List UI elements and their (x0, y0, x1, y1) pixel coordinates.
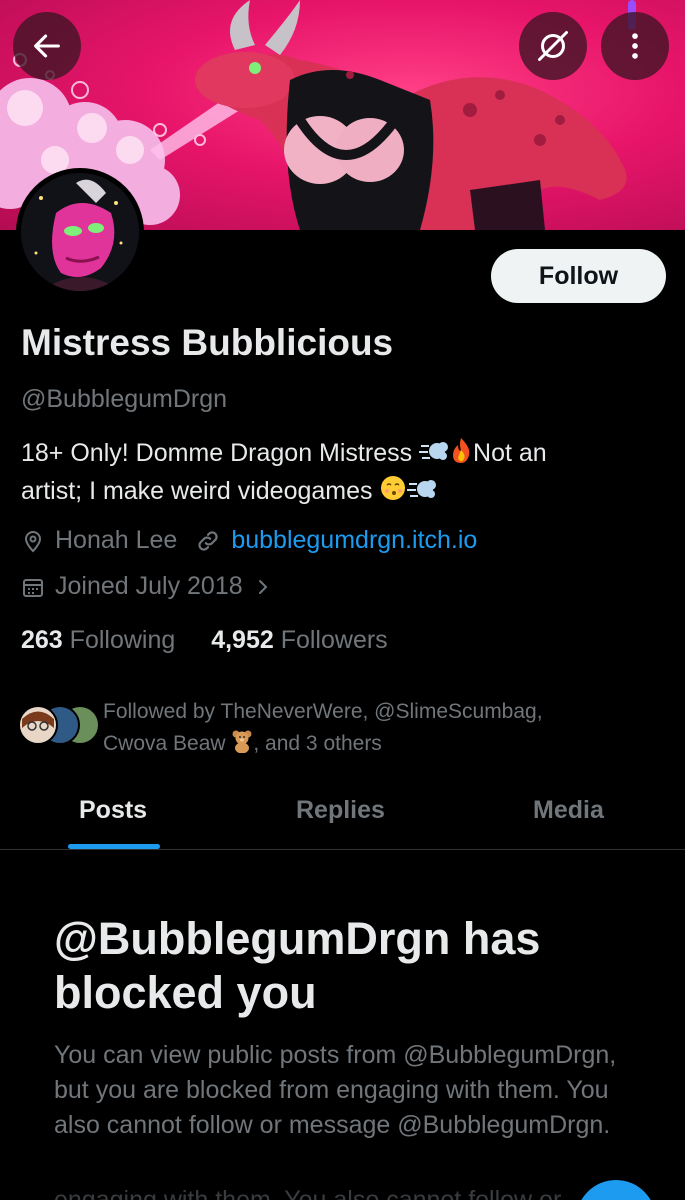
following-count: 263 (21, 626, 63, 654)
blocked-description: You can view public posts from @Bubblegu… (54, 1041, 617, 1139)
profile-joined-date: Joined July 2018 (55, 572, 243, 600)
profile-location: Honah Lee (55, 526, 178, 554)
location-pin-icon (21, 529, 45, 553)
scrolled-text-fragment: engaging with them. You also cannot foll… (54, 1186, 562, 1200)
dash-emoji-icon (419, 438, 449, 474)
tab-replies[interactable]: Replies (296, 796, 385, 825)
followers-stat[interactable]: 4,952 Followers (211, 626, 388, 654)
dash-emoji-icon (407, 476, 437, 512)
following-label: Following (69, 626, 176, 654)
kissing-face-emoji-icon (379, 474, 407, 512)
more-vertical-icon (632, 33, 638, 59)
profile-bio: 18+ Only! Domme Dragon Mistress Not an a… (21, 436, 661, 512)
bio-text-3: artist; I make weird videogames (21, 477, 380, 505)
chevron-right-icon (255, 577, 271, 597)
profile-tabs: Posts Replies Media (0, 786, 685, 850)
bio-text-1: 18+ Only! Domme Dragon Mistress (21, 439, 420, 467)
profile-display-name: Mistress Bubblicious (21, 322, 394, 363)
eye-slash-icon (538, 31, 568, 61)
profile-handle: @BubblegumDrgn (21, 385, 228, 413)
active-tab-indicator (68, 844, 160, 849)
profile-stats: 263 Following 4,952 Followers (21, 626, 388, 655)
compose-button[interactable] (576, 1180, 656, 1200)
followers-count: 4,952 (211, 626, 274, 654)
more-options-button[interactable] (601, 12, 669, 80)
profile-joined-row[interactable]: Joined July 2018 (21, 572, 281, 601)
bio-text-2: Not an (473, 439, 547, 467)
profile-website-link[interactable]: bubblegumdrgn.itch.io (231, 526, 477, 555)
calendar-icon (21, 575, 45, 599)
hide-media-button[interactable] (519, 12, 587, 80)
tab-posts[interactable]: Posts (79, 796, 147, 825)
followed-by-avatars (16, 704, 106, 746)
profile-meta-row: Honah Lee bubblegumdrgn.itch.io (21, 526, 477, 555)
teddy-bear-emoji-icon (231, 729, 253, 763)
following-stat[interactable]: 263 Following (21, 626, 175, 654)
blocked-title: @BubblegumDrgn has blocked you (54, 913, 541, 1018)
avatar-image (21, 173, 139, 291)
tab-media[interactable]: Media (533, 796, 604, 825)
followed-by-line-2a: Cwova Beaw (103, 732, 232, 755)
followed-by-text: Followed by TheNeverWere, @SlimeScumbag,… (103, 696, 543, 763)
fire-emoji-icon (449, 436, 473, 474)
arrow-left-icon (34, 34, 60, 58)
back-button[interactable] (13, 12, 81, 80)
follow-button[interactable]: Follow (491, 249, 666, 303)
link-icon (195, 528, 221, 554)
followers-label: Followers (280, 626, 388, 654)
followed-by-line-2b: , and 3 others (253, 732, 382, 755)
followed-by-line-1: Followed by TheNeverWere, @SlimeScumbag, (103, 700, 543, 723)
profile-avatar[interactable] (16, 168, 144, 296)
